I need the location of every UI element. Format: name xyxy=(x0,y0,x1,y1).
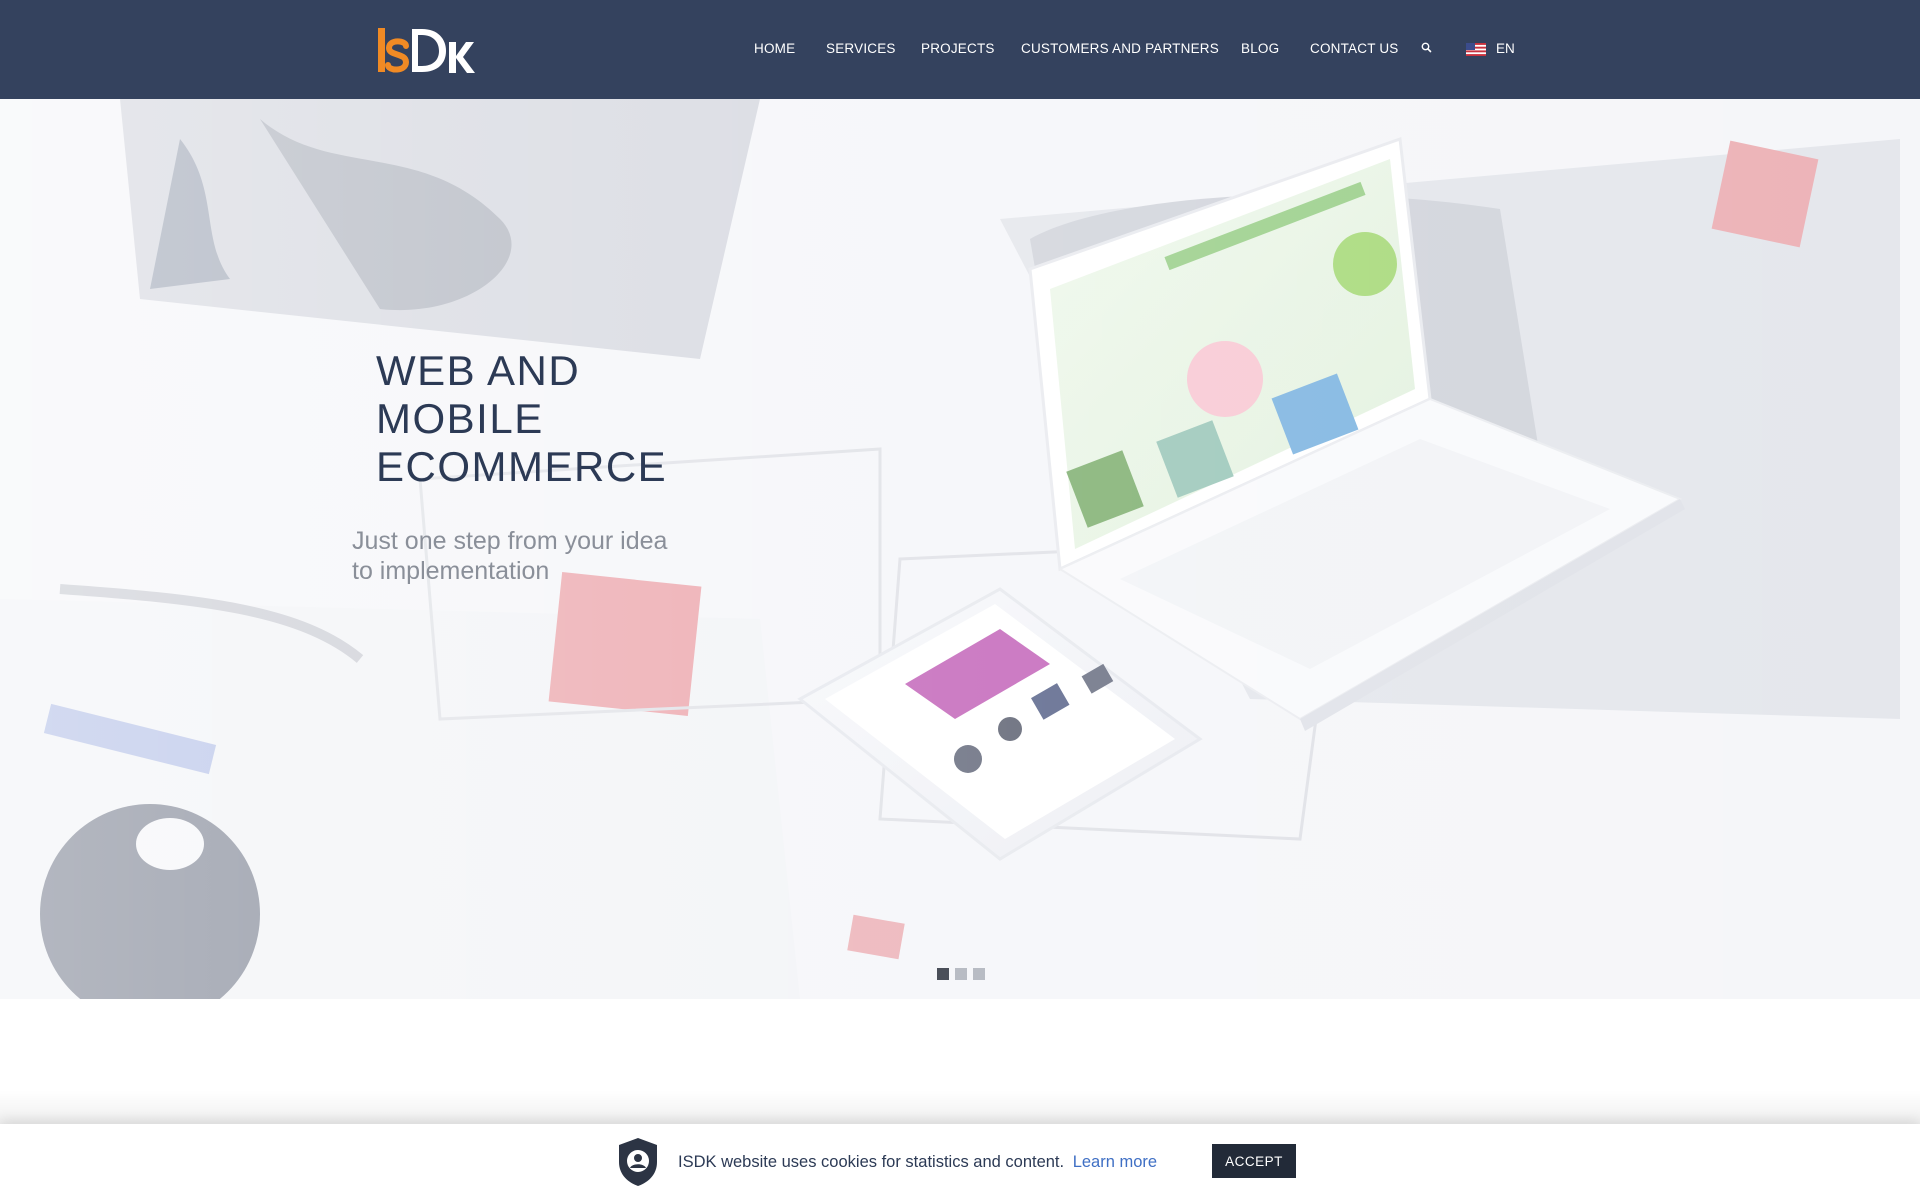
nav-projects[interactable]: PROJECTS xyxy=(921,39,995,59)
language-switcher[interactable]: EN xyxy=(1466,39,1515,59)
hero-title-line: MOBILE xyxy=(376,395,544,442)
hero-title-line: ECOMMERCE xyxy=(376,443,668,490)
cookie-message: ISDK website uses cookies for statistics… xyxy=(678,1151,1157,1173)
accept-cookies-button[interactable]: ACCEPT xyxy=(1212,1144,1296,1178)
hero-subtitle: Just one step from your idea to implemen… xyxy=(352,526,772,586)
cookie-consent-bar: ISDK website uses cookies for statistics… xyxy=(0,1124,1920,1200)
us-flag-icon xyxy=(1466,42,1486,56)
hero-title-line: WEB AND xyxy=(376,347,581,394)
privacy-shield-icon xyxy=(619,1138,657,1186)
nav-services[interactable]: SERVICES xyxy=(826,39,896,59)
slide-dot-2[interactable] xyxy=(955,968,967,980)
nav-blog[interactable]: BLOG xyxy=(1241,39,1279,59)
nav-customers-and-partners[interactable]: CUSTOMERS AND PARTNERS xyxy=(1021,39,1219,59)
slide-dot-3[interactable] xyxy=(973,968,985,980)
site-header: HOME SERVICES PROJECTS CUSTOMERS AND PAR… xyxy=(0,0,1920,99)
section-divider xyxy=(0,1090,1920,1124)
hero-subtitle-line: Just one step from your idea xyxy=(352,527,668,555)
learn-more-link[interactable]: Learn more xyxy=(1073,1153,1157,1171)
hero-title: WEB AND MOBILE ECOMMERCE xyxy=(376,347,796,491)
search-icon[interactable] xyxy=(1419,40,1435,56)
hero-overlay xyxy=(0,99,1920,999)
slide-dot-1[interactable] xyxy=(937,968,949,980)
main-nav: HOME SERVICES PROJECTS CUSTOMERS AND PAR… xyxy=(0,0,1920,99)
slider-pagination xyxy=(937,968,985,980)
hero-subtitle-line: to implementation xyxy=(352,557,550,585)
nav-contact-us[interactable]: CONTACT US xyxy=(1310,39,1399,59)
cookie-message-text: ISDK website uses cookies for statistics… xyxy=(678,1153,1065,1171)
nav-home[interactable]: HOME xyxy=(754,39,795,59)
language-label: EN xyxy=(1496,41,1515,56)
hero-slider: WEB AND MOBILE ECOMMERCE Just one step f… xyxy=(0,99,1920,999)
